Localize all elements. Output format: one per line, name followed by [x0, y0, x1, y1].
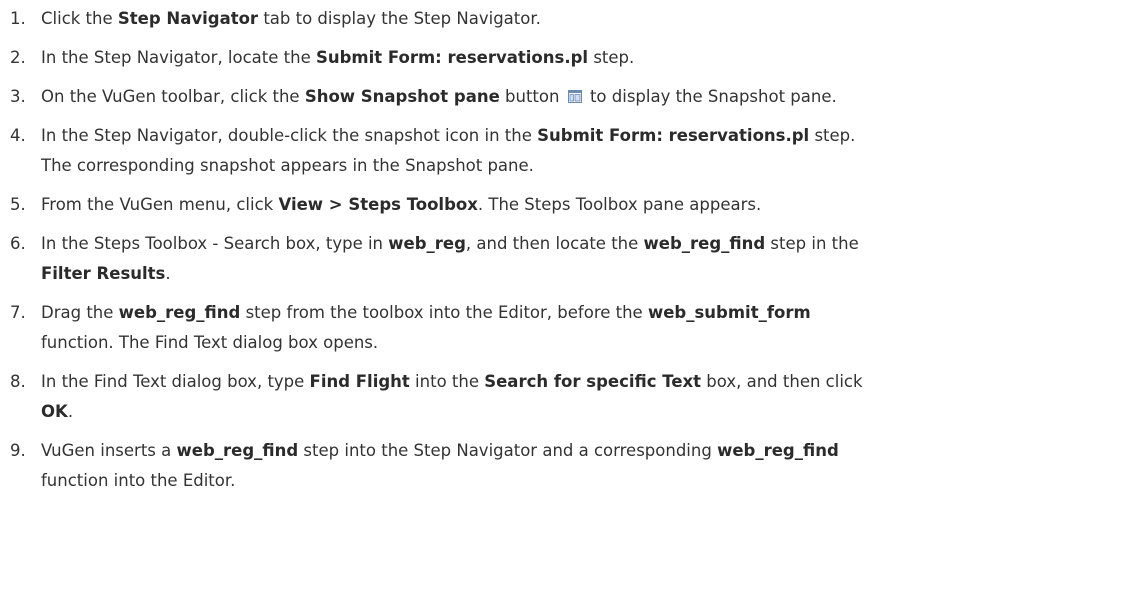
- step-number: 3.: [10, 87, 26, 106]
- plain-text: box, and then click: [701, 372, 863, 391]
- step-item: 6. In the Steps Toolbox - Search box, typ…: [0, 229, 1148, 289]
- plain-text: step into the Step Navigator and a corre…: [298, 441, 718, 460]
- step-text: Click the Step Navigator tab to display …: [41, 9, 541, 28]
- plain-text: In the Find Text dialog box, type: [41, 372, 310, 391]
- plain-text: step.: [809, 126, 856, 145]
- plain-text: .: [67, 402, 74, 421]
- step-text: Drag the web_reg_find step from the tool…: [41, 303, 811, 352]
- bold-term: web_reg_find: [118, 303, 241, 322]
- plain-text: into the: [409, 372, 485, 391]
- step-number: 6.: [10, 234, 26, 253]
- plain-text: tab to display the Step Navigator.: [258, 9, 541, 28]
- step-number: 2.: [10, 48, 26, 67]
- plain-text: , and then locate the: [465, 234, 644, 253]
- bold-term: Find Flight: [309, 372, 410, 391]
- step-number: 8.: [10, 372, 26, 391]
- bold-term: web_reg_find: [643, 234, 766, 253]
- plain-text: From the VuGen menu, click: [41, 195, 279, 214]
- step-text: From the VuGen menu, click View > Steps …: [41, 195, 761, 214]
- bold-term: Filter Results: [41, 264, 166, 283]
- plain-text: step in the: [765, 234, 859, 253]
- plain-text: step.: [588, 48, 635, 67]
- plain-text: function into the Editor.: [41, 471, 236, 490]
- step-item: 9. VuGen inserts a web_reg_find step into…: [0, 436, 1148, 496]
- plain-text: On the VuGen toolbar, click the: [41, 87, 305, 106]
- bold-term: Search for specific Text: [484, 372, 702, 391]
- step-item: 5. From the VuGen menu, click View > Step…: [0, 190, 1148, 220]
- step-text: In the Step Navigator, double-click the …: [41, 126, 855, 175]
- plain-text: In the Step Navigator, locate the: [41, 48, 316, 67]
- bold-term: View > Steps Toolbox: [278, 195, 478, 214]
- plain-text: function. The Find Text dialog box opens…: [41, 333, 379, 352]
- bold-term: web_reg_find: [176, 441, 299, 460]
- bold-term: web_submit_form: [647, 303, 811, 322]
- step-number: 9.: [10, 441, 26, 460]
- plain-text: to display the Snapshot pane.: [584, 87, 837, 106]
- plain-text: . The Steps Toolbox pane appears.: [477, 195, 762, 214]
- step-text: In the Steps Toolbox - Search box, type …: [41, 234, 859, 283]
- plain-text: In the Steps Toolbox - Search box, type …: [41, 234, 389, 253]
- step-number: 5.: [10, 195, 26, 214]
- plain-text: Click the: [41, 9, 118, 28]
- plain-text: VuGen inserts a: [41, 441, 177, 460]
- step-item: 3. On the VuGen toolbar, click the Show S…: [0, 82, 1148, 112]
- step-number: 1.: [10, 9, 26, 28]
- plain-text: In the Step Navigator, double-click the …: [41, 126, 538, 145]
- step-text: In the Find Text dialog box, type Find F…: [41, 372, 863, 421]
- step-text: VuGen inserts a web_reg_find step into t…: [41, 441, 839, 490]
- bold-term: web_reg_find: [717, 441, 839, 460]
- bold-term: Step Navigator: [117, 9, 259, 28]
- step-item: 4. In the Step Navigator, double-click th…: [0, 121, 1148, 181]
- show-snapshot-pane-icon: [567, 83, 582, 103]
- step-number: 4.: [10, 126, 26, 145]
- plain-text: Drag the: [41, 303, 119, 322]
- plain-text: button: [499, 87, 565, 106]
- plain-text: .: [165, 264, 171, 283]
- step-item: 2. In the Step Navigator, locate the Subm…: [0, 43, 1148, 73]
- step-text: On the VuGen toolbar, click the Show Sna…: [41, 87, 837, 106]
- step-item: 7. Drag the web_reg_find step from the to…: [0, 298, 1148, 358]
- bold-term: Submit Form: reservations.pl: [315, 48, 589, 67]
- step-number: 7.: [10, 303, 26, 322]
- step-item: 1. Click the Step Navigator tab to displa…: [0, 4, 1148, 34]
- step-list: 1. Click the Step Navigator tab to displa…: [0, 0, 1148, 496]
- plain-text: step from the toolbox into the Editor, b…: [240, 303, 648, 322]
- step-item: 8. In the Find Text dialog box, type Find…: [0, 367, 1148, 427]
- bold-term: OK: [41, 402, 68, 421]
- bold-term: web_reg: [388, 234, 466, 253]
- step-text: In the Step Navigator, locate the Submit…: [41, 48, 634, 67]
- bold-term: Submit Form: reservations.pl: [537, 126, 810, 145]
- instruction-document: 1. Click the Step Navigator tab to displa…: [0, 0, 1148, 607]
- plain-text: The corresponding snapshot appears in th…: [41, 156, 534, 175]
- bold-term: Show Snapshot pane: [304, 87, 500, 106]
